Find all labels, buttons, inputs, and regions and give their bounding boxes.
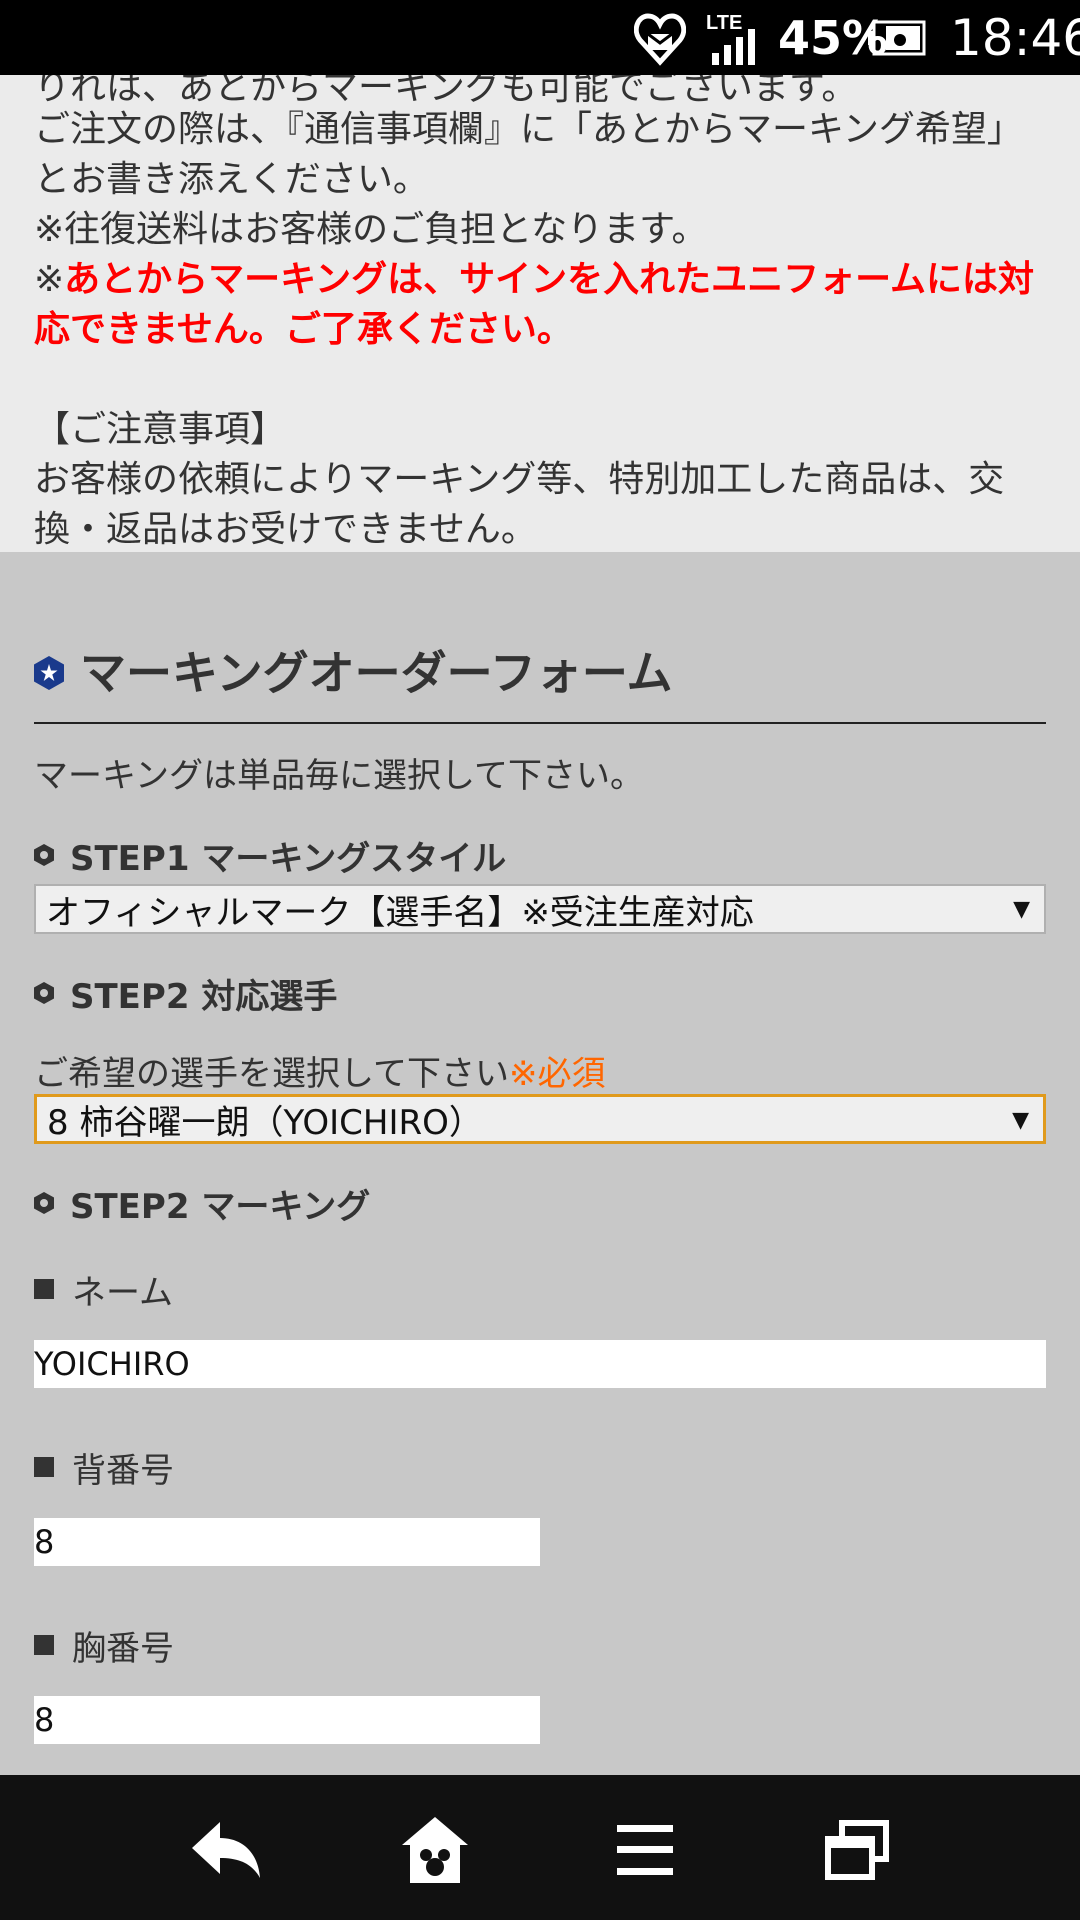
chest-number-label-text: 胸番号 (72, 1628, 174, 1669)
hexagon-icon (34, 844, 54, 866)
svg-text:LTE: LTE (706, 12, 742, 34)
hexagon-icon (34, 1192, 54, 1214)
marking-style-value: オフィシャルマーク【選手名】※受注生産対応 (46, 892, 754, 933)
step2-player-heading: STEP2 対応選手 (34, 970, 338, 1017)
battery-icon (868, 0, 926, 75)
back-number-input[interactable]: 8 (34, 1518, 540, 1566)
back-number-label-text: 背番号 (72, 1450, 174, 1491)
square-bullet-icon (34, 1635, 54, 1655)
step2-marking-heading: STEP2 マーキング (34, 1180, 371, 1227)
dropdown-arrow-icon: ▼ (1012, 1107, 1029, 1133)
back-icon[interactable] (182, 1805, 272, 1895)
player-prompt-text: ご希望の選手を選択して下さい (34, 1054, 509, 1094)
notice-line: ご注文の際は、『通信事項欄』に「あとからマーキング希望」 (34, 109, 1023, 150)
notice-warning-text: あとからマーキングは、サインを入れたユニフォームには対 (64, 259, 1035, 300)
step1-heading-text: STEP1 マーキングスタイル (70, 838, 507, 879)
form-title: マーキングオーダーフォーム (80, 646, 673, 700)
dropdown-arrow-icon: ▼ (1013, 896, 1030, 922)
form-instruction: マーキングは単品毎に選択して下さい。 (34, 756, 644, 796)
caution-line: お客様の依頼によりマーキング等、特別加工した商品は、交 (34, 459, 1005, 500)
menu-icon[interactable] (600, 1805, 690, 1895)
hexagon-icon (34, 982, 54, 1004)
notice-warning-prefix: ※ (34, 259, 65, 300)
notice-line: とお書き添えください。 (34, 159, 429, 200)
notice-warning: ※あとからマーキングは、サインを入れたユニフォームには対 (34, 255, 1034, 305)
notice-panel: りれは、あとからマーキングも可能でございます。 ご注文の際は、『通信事項欄』に「… (0, 75, 1080, 552)
caution-title: 【ご注意事項】 (34, 409, 287, 450)
square-bullet-icon (34, 1457, 54, 1477)
square-bullet-icon (34, 1279, 54, 1299)
caution-line: 換・返品はお受けできません。 (34, 509, 537, 550)
chest-number-input[interactable]: 8 (34, 1696, 540, 1744)
step2-player-heading-text: STEP2 対応選手 (70, 976, 338, 1017)
bottom-nav-bar (0, 1775, 1080, 1920)
required-mark: ※必須 (508, 1054, 606, 1094)
notice-warning-text: 応できません。ご了承ください。 (34, 309, 573, 350)
notice-line: ※往復送料はお客様のご負担となります。 (34, 209, 708, 250)
chest-number-label: 胸番号 (34, 1622, 174, 1669)
player-select-value: 8 柿谷曜一朗（YOICHIRO） (47, 1102, 483, 1143)
heart-mail-icon (630, 0, 690, 75)
step2-marking-heading-text: STEP2 マーキング (70, 1186, 371, 1227)
marking-style-select[interactable]: オフィシャルマーク【選手名】※受注生産対応 ▼ (34, 884, 1046, 934)
status-bar: LTE 45% 18:46 (0, 0, 1080, 75)
player-select[interactable]: 8 柿谷曜一朗（YOICHIRO） ▼ (34, 1094, 1046, 1144)
clock: 18:46 (950, 8, 1080, 67)
step1-heading: STEP1 マーキングスタイル (34, 832, 507, 879)
signal-icon: LTE (706, 0, 764, 75)
name-input[interactable]: YOICHIRO (34, 1340, 1046, 1388)
back-number-label: 背番号 (34, 1444, 174, 1491)
player-prompt: ご希望の選手を選択して下さい※必須 (34, 1046, 605, 1095)
name-label: ネーム (34, 1266, 173, 1313)
star-badge-icon (34, 656, 64, 690)
form-header: マーキングオーダーフォーム (34, 640, 1046, 724)
home-mickey-icon[interactable] (390, 1805, 480, 1895)
name-label-text: ネーム (72, 1272, 173, 1313)
windows-icon[interactable] (812, 1805, 902, 1895)
